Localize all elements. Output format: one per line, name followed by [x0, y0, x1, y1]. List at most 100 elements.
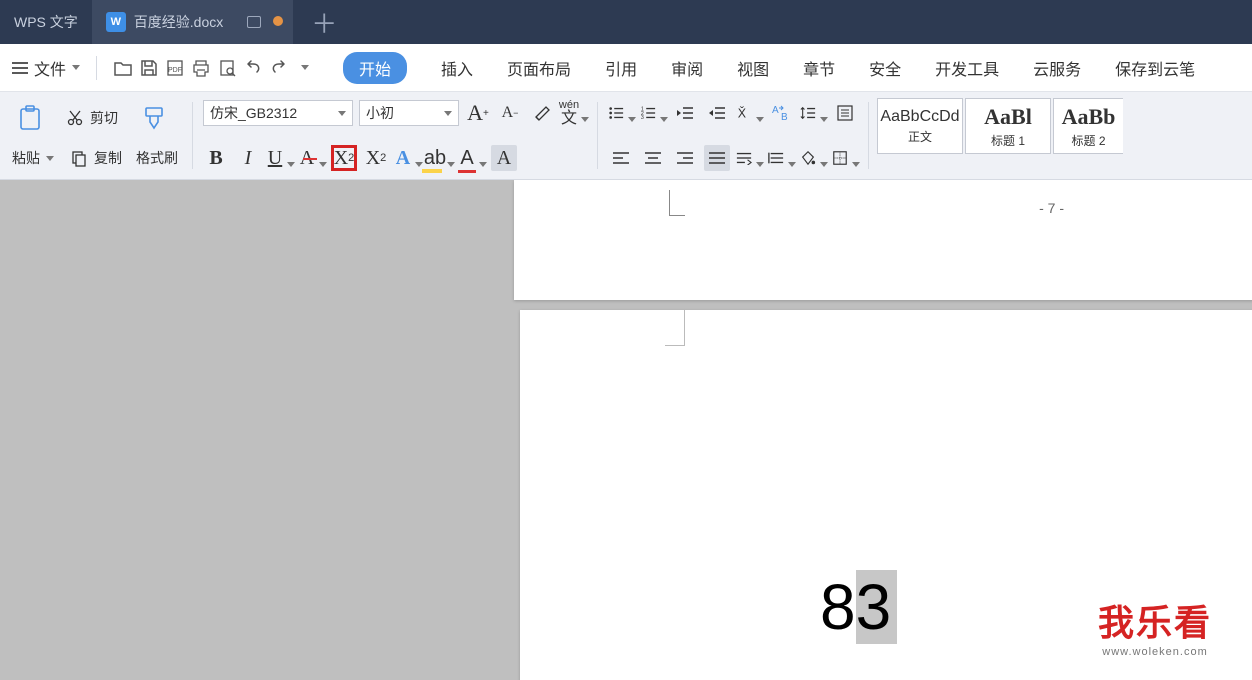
- app-title: WPS 文字: [0, 0, 92, 44]
- style-label: 正文: [908, 128, 932, 145]
- print-icon[interactable]: [191, 58, 211, 78]
- unsaved-indicator-icon: [273, 16, 283, 26]
- tab-align-button[interactable]: [768, 145, 794, 171]
- tab-view[interactable]: 视图: [737, 56, 769, 80]
- tab-security[interactable]: 安全: [869, 56, 901, 80]
- document-body-text[interactable]: 83: [820, 570, 897, 644]
- ribbon-separator: [868, 102, 869, 169]
- paste-icon: [14, 102, 46, 134]
- numbering-button[interactable]: 123: [640, 100, 666, 126]
- ribbon-separator: [597, 102, 598, 169]
- subscript-button[interactable]: X2: [363, 145, 389, 171]
- paste-label-button[interactable]: 粘贴: [8, 146, 58, 170]
- chevron-down-icon: [660, 117, 668, 122]
- font-name-value: 仿宋_GB2312: [210, 103, 297, 123]
- chevron-down-icon: [820, 162, 828, 167]
- chevron-down-icon: [756, 117, 764, 122]
- app-name: WPS 文字: [14, 12, 78, 32]
- style-normal[interactable]: AaBbCcDd 正文: [877, 98, 963, 154]
- align-justify-button[interactable]: [704, 145, 730, 171]
- page-previous[interactable]: - 7 -: [514, 180, 1252, 300]
- undo-button[interactable]: [243, 58, 263, 78]
- bullets-button[interactable]: [608, 100, 634, 126]
- chevron-down-icon: [820, 117, 828, 122]
- paste-button[interactable]: [8, 100, 52, 136]
- svg-text:B: B: [781, 112, 788, 122]
- chevron-down-icon: [415, 162, 423, 167]
- line-spacing-button[interactable]: [800, 100, 826, 126]
- styles-gallery: AaBbCcDd 正文 AaBl 标题 1 AaBb 标题 2: [877, 98, 1123, 173]
- decrease-indent-button[interactable]: [672, 100, 698, 126]
- open-icon[interactable]: [113, 58, 133, 78]
- export-pdf-icon[interactable]: PDF: [165, 58, 185, 78]
- format-painter-label[interactable]: 格式刷: [132, 146, 182, 170]
- increase-font-button[interactable]: A+: [465, 100, 491, 126]
- font-size-value: 小初: [366, 103, 394, 123]
- align-right-button[interactable]: [672, 145, 698, 171]
- align-center-button[interactable]: [640, 145, 666, 171]
- text-direction-button[interactable]: AB: [768, 100, 794, 126]
- strikethrough-button[interactable]: A: [299, 145, 325, 171]
- chevron-down-icon: [628, 117, 636, 122]
- format-painter-button-large[interactable]: [132, 100, 176, 136]
- highlight-button[interactable]: ab: [427, 145, 453, 171]
- style-preview: AaBl: [984, 104, 1032, 130]
- italic-button[interactable]: I: [235, 145, 261, 171]
- font-color-button[interactable]: A: [459, 145, 485, 171]
- chevron-down-icon: [72, 65, 80, 70]
- tab-save-cloud[interactable]: 保存到云笔: [1115, 56, 1195, 80]
- redo-button[interactable]: [269, 58, 289, 78]
- borders-button[interactable]: [832, 145, 858, 171]
- menu-bar: 文件 PDF 开始 插入 页面布局 引用 审阅 视图 章节 安全 开发工具 云服…: [0, 44, 1252, 92]
- tab-review[interactable]: 审阅: [671, 56, 703, 80]
- decrease-font-button[interactable]: A−: [497, 100, 523, 126]
- tab-controls: [247, 16, 283, 28]
- chevron-down-icon: [788, 162, 796, 167]
- svg-text:X̌: X̌: [738, 105, 747, 120]
- chevron-down-icon: [444, 111, 452, 116]
- char-shading-button[interactable]: A: [491, 145, 517, 171]
- file-menu[interactable]: 文件: [12, 56, 80, 80]
- style-heading-1[interactable]: AaBl 标题 1: [965, 98, 1051, 154]
- watermark-main: 我乐看: [1098, 594, 1212, 646]
- clear-format-button[interactable]: [529, 100, 555, 126]
- paragraph-layout-button[interactable]: [832, 100, 858, 126]
- cut-button[interactable]: 剪切: [60, 105, 122, 131]
- print-preview-icon[interactable]: [217, 58, 237, 78]
- document-workspace[interactable]: - 7 - 83 我乐看 www.woleken.com: [0, 180, 1252, 680]
- increase-indent-button[interactable]: [704, 100, 730, 126]
- svg-text:PDF: PDF: [168, 67, 182, 74]
- quick-access-more[interactable]: [295, 58, 315, 78]
- tab-cloud[interactable]: 云服务: [1033, 56, 1081, 80]
- tab-developer[interactable]: 开发工具: [935, 56, 999, 80]
- presentation-mode-icon[interactable]: [247, 16, 261, 28]
- style-preview: AaBbCcDd: [880, 108, 959, 126]
- save-icon[interactable]: [139, 58, 159, 78]
- tab-insert[interactable]: 插入: [441, 56, 473, 80]
- phonetic-guide-button[interactable]: wén文: [561, 100, 587, 126]
- bold-button[interactable]: B: [203, 145, 229, 171]
- style-heading-2[interactable]: AaBb 标题 2: [1053, 98, 1123, 154]
- paragraph-group: 123 X̌ AB: [602, 98, 864, 173]
- asian-layout-button[interactable]: X̌: [736, 100, 762, 126]
- distributed-align-button[interactable]: [736, 145, 762, 171]
- chevron-down-icon: [338, 111, 346, 116]
- tab-section[interactable]: 章节: [803, 56, 835, 80]
- new-tab-button[interactable]: ＋: [293, 0, 355, 44]
- font-size-select[interactable]: 小初: [359, 100, 459, 126]
- shading-button[interactable]: [800, 145, 826, 171]
- superscript-button[interactable]: X2: [331, 145, 357, 171]
- format-painter-text: 格式刷: [136, 148, 178, 168]
- align-left-button[interactable]: [608, 145, 634, 171]
- underline-button[interactable]: U: [267, 145, 293, 171]
- tab-home[interactable]: 开始: [343, 52, 407, 84]
- margin-corner-icon: [665, 310, 685, 346]
- tab-page-layout[interactable]: 页面布局: [507, 56, 571, 80]
- copy-button[interactable]: 复制: [64, 145, 126, 171]
- font-name-select[interactable]: 仿宋_GB2312: [203, 100, 353, 126]
- scissors-icon: [64, 107, 86, 129]
- document-tab[interactable]: W 百度经验.docx: [92, 0, 293, 44]
- plus-icon: ＋: [311, 4, 337, 41]
- tab-references[interactable]: 引用: [605, 56, 637, 80]
- text-effects-button[interactable]: A: [395, 145, 421, 171]
